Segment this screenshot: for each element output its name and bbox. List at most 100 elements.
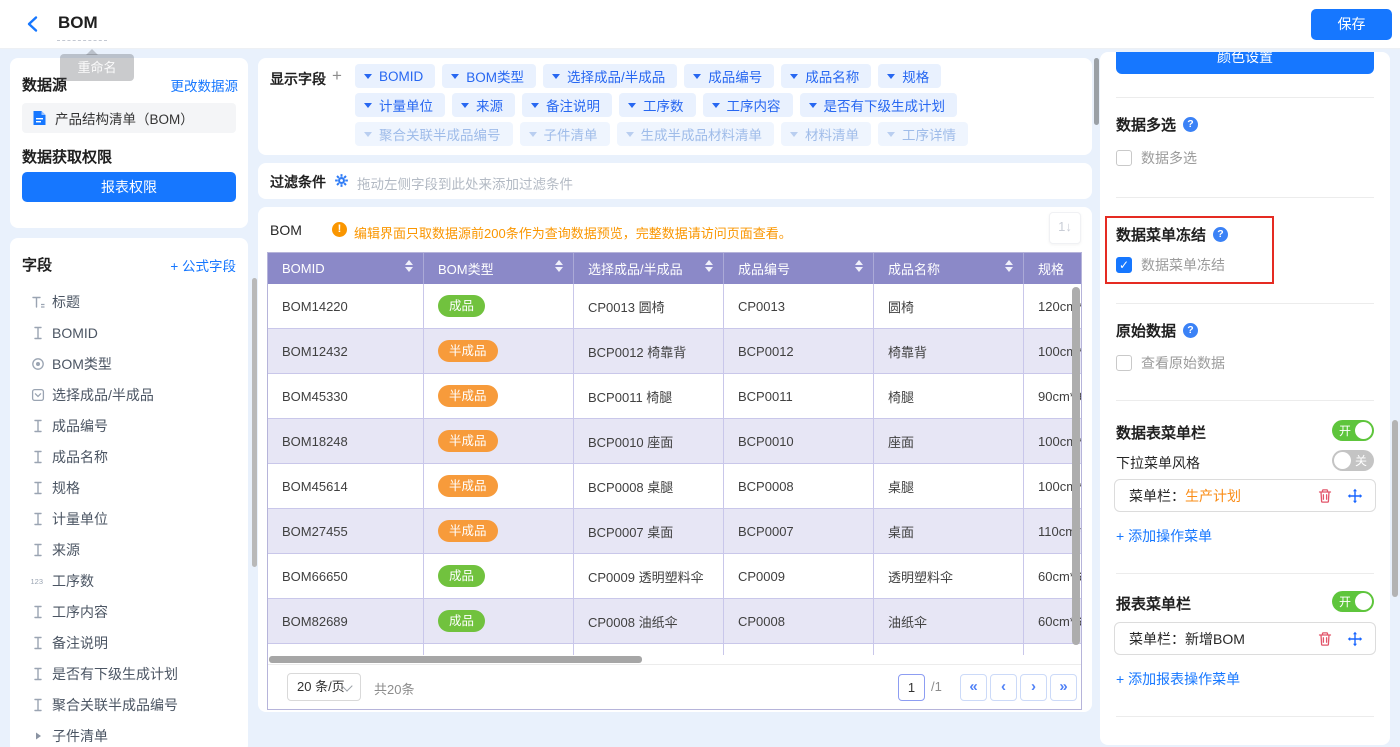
sort-carets-icon[interactable] xyxy=(405,260,413,272)
field-item[interactable]: 聚合关联半成品编号 xyxy=(10,689,248,720)
display-field-chip[interactable]: BOMID xyxy=(355,64,435,88)
display-field-chip[interactable]: 材料清单 xyxy=(781,122,871,146)
column-header[interactable]: 规格 xyxy=(1024,253,1081,284)
next-page-button[interactable]: › xyxy=(1020,674,1047,701)
sort-button[interactable]: 1↓ xyxy=(1049,212,1081,244)
fields-scrollbar[interactable] xyxy=(252,278,257,567)
display-field-chip[interactable]: 计量单位 xyxy=(355,93,445,117)
table-row[interactable]: BOM45330半成品BCP0011 椅腿BCP0011椅腿90cm*9 xyxy=(268,374,1081,419)
color-settings-button[interactable]: 颜色设置 xyxy=(1116,52,1374,74)
add-action-menu-link[interactable]: + 添加操作菜单 xyxy=(1116,526,1212,546)
field-item[interactable]: BOM类型 xyxy=(10,348,248,379)
help-icon[interactable]: ? xyxy=(1183,117,1198,132)
display-field-chip[interactable]: 成品名称 xyxy=(781,64,871,88)
table-row[interactable]: BOM27455半成品BCP0007 桌面BCP0007桌面110cm* xyxy=(268,509,1081,554)
last-page-button[interactable]: » xyxy=(1050,674,1077,701)
menu-freeze-checkbox-row[interactable]: ✓ 数据菜单冻结 xyxy=(1116,255,1225,275)
report-menu-toggle[interactable]: 开 xyxy=(1332,591,1374,612)
delete-icon[interactable] xyxy=(1317,631,1333,647)
table-row[interactable]: BOM66650成品CP0009 透明塑料伞CP0009透明塑料伞60cm*6 xyxy=(268,554,1081,599)
middle-column-scrollbar[interactable] xyxy=(1094,58,1099,125)
field-item[interactable]: 成品名称 xyxy=(10,441,248,472)
help-icon[interactable]: ? xyxy=(1183,323,1198,338)
field-item[interactable]: 规格 xyxy=(10,472,248,503)
field-label: 标题 xyxy=(52,292,80,312)
display-field-chip[interactable]: 来源 xyxy=(452,93,515,117)
page-title[interactable]: BOM xyxy=(58,13,98,33)
table-row[interactable]: BOM14220成品CP0013 圆椅CP0013圆椅120cm* xyxy=(268,284,1081,329)
display-field-chip[interactable]: BOM类型 xyxy=(442,64,536,88)
sort-carets-icon[interactable] xyxy=(555,260,563,272)
first-page-button[interactable]: « xyxy=(960,674,987,701)
delete-icon[interactable] xyxy=(1317,488,1333,504)
field-item[interactable]: 标题 xyxy=(10,286,248,317)
table-cell: 透明塑料伞 xyxy=(874,554,1024,598)
field-item[interactable]: 备注说明 xyxy=(10,627,248,658)
field-item[interactable]: 成品编号 xyxy=(10,410,248,441)
column-header[interactable]: BOMID xyxy=(268,253,424,284)
field-item[interactable]: 子件清单 xyxy=(10,720,248,747)
table-header-row: BOMID BOM类型 选择成品/半成品成品编号成品名称规格 xyxy=(268,253,1081,284)
prev-page-button[interactable]: ‹ xyxy=(990,674,1017,701)
display-field-chip[interactable]: 备注说明 xyxy=(522,93,612,117)
filter-placeholder[interactable]: 拖动左侧字段到此处来添加过滤条件 xyxy=(357,173,573,193)
report-permission-button[interactable]: 报表权限 xyxy=(22,172,236,202)
display-field-chip[interactable]: 工序详情 xyxy=(878,122,968,146)
report-menu-item[interactable]: 菜单栏：新增BOM xyxy=(1114,622,1376,655)
change-datasource-link[interactable]: 更改数据源 xyxy=(171,75,239,95)
table-row[interactable]: BOM45614半成品BCP0008 桌腿BCP0008桌腿100cm* xyxy=(268,464,1081,509)
table-menu-toggle[interactable]: 开 xyxy=(1332,420,1374,441)
help-icon[interactable]: ? xyxy=(1213,227,1228,242)
display-field-chip[interactable]: 生成半成品材料清单 xyxy=(617,122,775,146)
window-scrollbar[interactable] xyxy=(1392,420,1398,597)
filter-settings-icon[interactable] xyxy=(334,173,349,188)
field-item[interactable]: 工序内容 xyxy=(10,596,248,627)
display-field-chip[interactable]: 选择成品/半成品 xyxy=(543,64,677,88)
display-field-chip[interactable]: 工序数 xyxy=(619,93,696,117)
display-field-chip[interactable]: 规格 xyxy=(878,64,941,88)
svg-text:123: 123 xyxy=(31,577,44,586)
column-header-label: BOM类型 xyxy=(438,259,494,278)
raw-data-checkbox-row[interactable]: ✓ 查看原始数据 xyxy=(1116,353,1225,373)
field-item[interactable]: 计量单位 xyxy=(10,503,248,534)
table-row[interactable]: BOM82689成品CP0008 油纸伞CP0008油纸伞60cm*6 xyxy=(268,599,1081,644)
field-item[interactable]: BOMID xyxy=(10,317,248,348)
page-size-select[interactable]: 20 条/页 xyxy=(287,673,361,701)
move-icon[interactable] xyxy=(1347,631,1363,647)
move-icon[interactable] xyxy=(1347,488,1363,504)
table-horizontal-scroll-track xyxy=(268,655,1081,664)
sort-carets-icon[interactable] xyxy=(855,260,863,272)
field-item[interactable]: 来源 xyxy=(10,534,248,565)
display-field-chip[interactable]: 工序内容 xyxy=(703,93,793,117)
column-header[interactable]: 成品名称 xyxy=(874,253,1024,284)
save-button[interactable]: 保存 xyxy=(1311,9,1392,40)
dropdown-style-toggle[interactable]: 关 xyxy=(1332,450,1374,471)
display-field-chip[interactable]: 聚合关联半成品编号 xyxy=(355,122,513,146)
column-header[interactable]: 选择成品/半成品 xyxy=(574,253,724,284)
field-item[interactable]: 选择成品/半成品 xyxy=(10,379,248,410)
table-cell: CP0013 圆椅 xyxy=(574,284,724,328)
table-horizontal-scrollbar[interactable] xyxy=(269,656,642,663)
datasource-item[interactable]: 产品结构清单（BOM） xyxy=(22,103,236,133)
back-icon[interactable] xyxy=(24,15,42,33)
table-menu-item[interactable]: 菜单栏：生产计划 xyxy=(1114,479,1376,512)
display-field-chip[interactable]: 是否有下级生成计划 xyxy=(800,93,958,117)
table-row[interactable]: BOM12432半成品BCP0012 椅靠背BCP0012椅靠背100cm* xyxy=(268,329,1081,374)
column-header[interactable]: 成品编号 xyxy=(724,253,874,284)
table-row[interactable]: BOM18248半成品BCP0010 座面BCP0010座面100cm* xyxy=(268,419,1081,464)
display-field-chip[interactable]: 成品编号 xyxy=(684,64,774,88)
chevron-down-icon xyxy=(628,103,636,108)
multi-select-checkbox-row[interactable]: ✓ 数据多选 xyxy=(1116,148,1197,168)
page-number-input[interactable]: 1 xyxy=(898,674,925,701)
add-display-field-icon[interactable]: + xyxy=(332,66,342,86)
column-header[interactable]: BOM类型 xyxy=(424,253,574,284)
field-item[interactable]: 123工序数 xyxy=(10,565,248,596)
chevron-down-icon xyxy=(712,103,720,108)
sort-carets-icon[interactable] xyxy=(1005,260,1013,272)
display-field-chip[interactable]: 子件清单 xyxy=(520,122,610,146)
table-vertical-scrollbar[interactable] xyxy=(1072,287,1080,645)
add-report-action-menu-link[interactable]: + 添加报表操作菜单 xyxy=(1116,669,1240,689)
field-item[interactable]: 是否有下级生成计划 xyxy=(10,658,248,689)
sort-carets-icon[interactable] xyxy=(705,260,713,272)
add-formula-field-link[interactable]: + 公式字段 xyxy=(170,255,236,275)
